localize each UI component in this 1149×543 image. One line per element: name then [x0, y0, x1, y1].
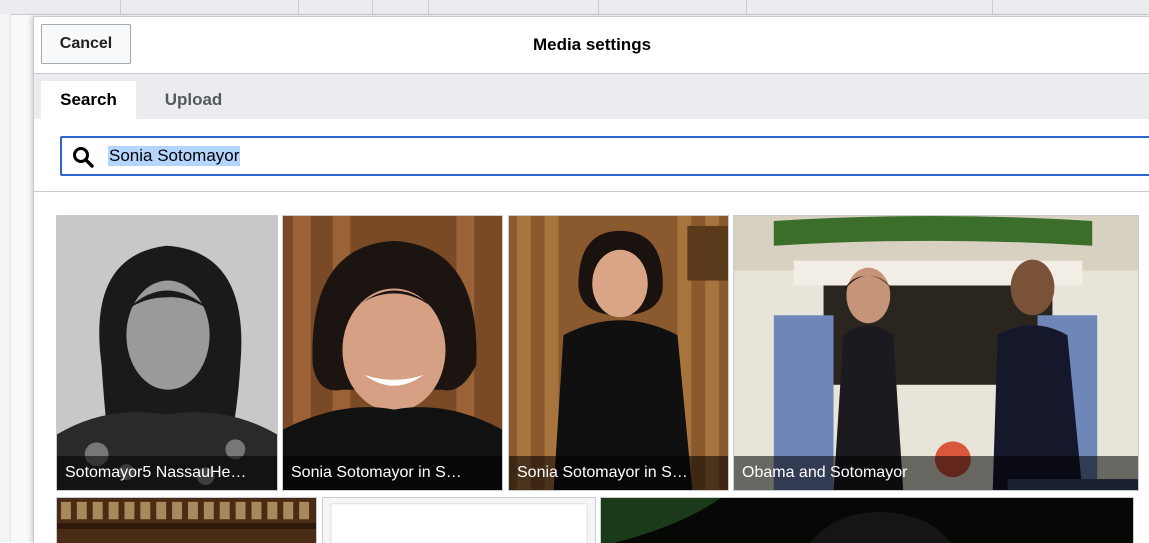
- result-thumbnail-image: [323, 498, 595, 543]
- result-caption: Obama and Sotomayor: [734, 456, 1138, 490]
- result-item[interactable]: Sonia Sotomayor in S…: [508, 215, 729, 491]
- result-caption: Sotomayor5 NassauHe…: [57, 456, 277, 490]
- background-divider: [992, 0, 993, 14]
- result-thumbnail-image: [734, 216, 1138, 490]
- background-divider: [428, 0, 429, 14]
- result-item[interactable]: [600, 497, 1134, 543]
- result-thumbnail-image: [283, 216, 502, 490]
- background-sidebar: [0, 14, 11, 542]
- result-thumbnail-image: [601, 498, 1133, 543]
- media-settings-dialog: Cancel Media settings Search Upload Soni…: [33, 16, 1149, 543]
- tab-bar: Search Upload: [34, 74, 1149, 119]
- search-input[interactable]: Sonia Sotomayor: [60, 136, 1149, 176]
- result-item[interactable]: Sonia Sotomayor in S…: [282, 215, 503, 491]
- background-toolbar: [0, 0, 1149, 15]
- search-area: Sonia Sotomayor: [34, 119, 1149, 192]
- result-caption: Sonia Sotomayor in S…: [509, 456, 728, 490]
- result-item[interactable]: [56, 497, 317, 543]
- result-thumbnail-image: [509, 216, 728, 490]
- tab-upload[interactable]: Upload: [146, 81, 241, 119]
- result-item[interactable]: [322, 497, 596, 543]
- background-divider: [372, 0, 373, 14]
- background-divider: [746, 0, 747, 14]
- background-divider: [598, 0, 599, 14]
- tab-search[interactable]: Search: [41, 81, 136, 119]
- search-results: Sotomayor5 NassauHe… Sonia Sotomayor in …: [34, 192, 1149, 543]
- dialog-titlebar: Cancel Media settings: [34, 17, 1149, 74]
- result-item[interactable]: Obama and Sotomayor: [733, 215, 1139, 491]
- dialog-title: Media settings: [532, 35, 652, 54]
- result-caption: Sonia Sotomayor in S…: [283, 456, 502, 490]
- search-icon: [72, 146, 94, 168]
- result-item[interactable]: Sotomayor5 NassauHe…: [56, 215, 278, 491]
- background-divider: [298, 0, 299, 14]
- result-thumbnail-image: [57, 216, 277, 490]
- search-input-value[interactable]: Sonia Sotomayor: [108, 146, 241, 166]
- background-divider: [120, 0, 121, 14]
- result-thumbnail-image: [57, 498, 316, 543]
